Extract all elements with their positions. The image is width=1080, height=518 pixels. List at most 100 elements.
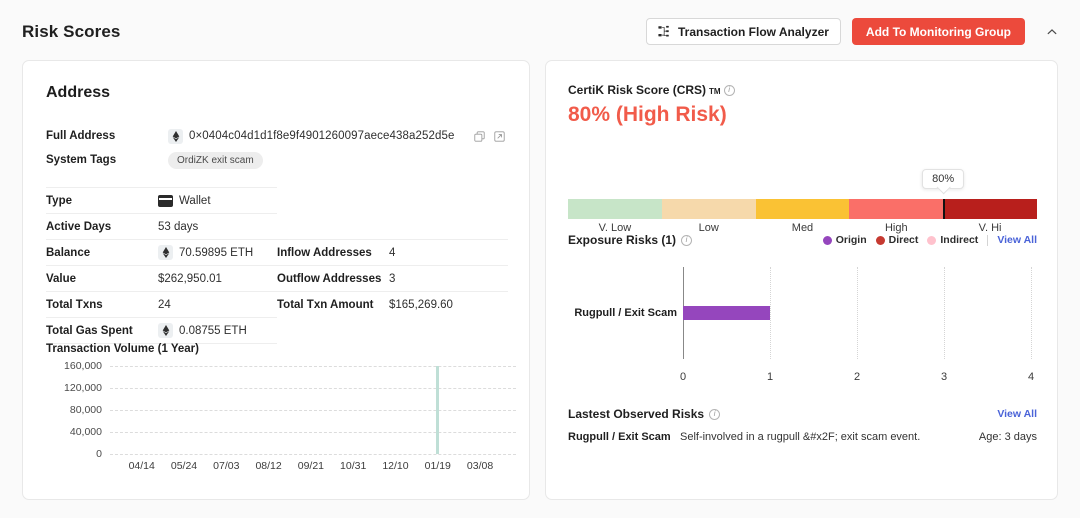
add-to-monitoring-group-button[interactable]: Add To Monitoring Group (852, 18, 1025, 45)
stat-row-empty (277, 317, 508, 343)
stat-row: Active Days53 days (46, 213, 277, 239)
x-axis-tick-label: 08/12 (255, 460, 281, 472)
latest-risk-age: Age: 3 days (979, 431, 1037, 443)
exposure-risks-title: Exposure Risks (1) (568, 233, 676, 247)
gauge-segment (943, 199, 1037, 219)
trademark-mark: TM (709, 87, 721, 96)
grid-line (110, 454, 516, 455)
x-axis-tick-label: 12/10 (382, 460, 408, 472)
volume-x-axis: 04/14 05/24 07/03 08/12 09/21 10/31 12/10 01/19… (110, 460, 516, 474)
full-address-label: Full Address (46, 130, 168, 142)
gauge-marker (943, 199, 945, 219)
stat-row-empty (277, 187, 508, 213)
risk-score-panel: CertiK Risk Score (CRS) TM i 80% (High R… (545, 60, 1058, 500)
page-header: Risk Scores Transaction Flow Analyzer Ad… (0, 0, 1080, 60)
y-axis-tick-label: 0 (96, 448, 102, 460)
copy-icon[interactable] (474, 131, 485, 142)
stat-value-text: 0.08755 ETH (179, 325, 247, 337)
exposure-category-label: Rugpull / Exit Scam (569, 307, 677, 319)
x-axis-tick-label: 09/21 (298, 460, 324, 472)
info-icon[interactable]: i (724, 85, 735, 96)
latest-risks-title-wrap: Lastest Observed Risks i (568, 407, 720, 421)
stat-row: Inflow Addresses4 (277, 239, 508, 265)
latest-risk-description: Self-involved in a rugpull &#x2F; exit s… (680, 431, 979, 443)
stat-key: Total Gas Spent (46, 325, 158, 337)
x-axis-tick-label: 0 (680, 371, 686, 383)
full-address-text: 0×0404c04d1d1f8e9f4901260097aece438a252d… (189, 130, 454, 142)
latest-risk-name: Rugpull / Exit Scam (568, 431, 680, 443)
gauge-tooltip: 80% (922, 169, 964, 189)
latest-risks-view-all-link[interactable]: View All (997, 408, 1037, 420)
stat-key: Total Txn Amount (277, 299, 389, 311)
grid-line (770, 267, 771, 359)
exposure-bar (683, 306, 770, 320)
eth-icon (168, 129, 183, 144)
stat-value-text: 53 days (158, 221, 198, 233)
stat-value: 3 (389, 273, 395, 285)
y-axis-tick-label: 80,000 (70, 404, 102, 416)
transaction-volume-title: Transaction Volume (1 Year) (46, 343, 516, 355)
stat-key: Inflow Addresses (277, 247, 389, 259)
system-tags-value: OrdiZK exit scam (168, 152, 263, 169)
eth-icon (158, 323, 173, 338)
system-tag-badge: OrdiZK exit scam (168, 152, 263, 169)
legend-dot-origin (823, 236, 832, 245)
latest-risk-row: Rugpull / Exit Scam Self-involved in a r… (568, 431, 1037, 443)
exposure-risks-chart: 01234Rugpull / Exit Scam (568, 261, 1037, 381)
stat-row: Total Txns24 (46, 291, 277, 317)
external-link-icon[interactable] (494, 131, 505, 142)
stat-key: Type (46, 195, 158, 207)
stat-key: Outflow Addresses (277, 273, 389, 285)
x-axis-tick-label: 04/14 (129, 460, 155, 472)
legend-item-indirect: Indirect (927, 234, 978, 246)
stat-value: 0.08755 ETH (158, 323, 247, 338)
stat-key: Balance (46, 247, 158, 259)
flow-diagram-icon (658, 25, 671, 38)
address-actions (474, 131, 505, 142)
legend-item-direct: Direct (876, 234, 919, 246)
collapse-panel-button[interactable] (1042, 21, 1062, 43)
stat-row: Value$262,950.01 (46, 265, 277, 291)
exposure-risks-header: Exposure Risks (1) i Origin Direct Indir… (568, 233, 1037, 247)
wallet-icon (158, 195, 173, 207)
stat-row: Total Gas Spent 0.08755 ETH (46, 317, 277, 343)
stat-row: Outflow Addresses3 (277, 265, 508, 291)
stat-value: $165,269.60 (389, 299, 453, 311)
volume-bar (436, 366, 439, 454)
stat-value: 70.59895 ETH (158, 245, 253, 260)
stats-column-right: Inflow Addresses4Outflow Addresses3Total… (277, 187, 508, 344)
grid-line (110, 366, 516, 367)
header-actions: Transaction Flow Analyzer Add To Monitor… (646, 18, 1062, 45)
chevron-up-icon (1046, 26, 1058, 38)
info-icon[interactable]: i (709, 409, 720, 420)
stat-row-empty (277, 213, 508, 239)
stat-value: 4 (389, 247, 395, 259)
grid-line (110, 410, 516, 411)
info-icon[interactable]: i (681, 235, 692, 246)
stat-row: Type Wallet (46, 187, 277, 213)
exposure-view-all-link[interactable]: View All (997, 234, 1037, 246)
x-axis-tick-label: 4 (1028, 371, 1034, 383)
volume-plot-area (110, 366, 516, 454)
system-tags-label: System Tags (46, 154, 168, 166)
address-summary: Full Address 0×0404c04d1d1f8e9f490126009… (46, 125, 508, 173)
address-stats: Type Wallet Active Days53 days Balance 70.59… (46, 187, 508, 344)
legend-dot-indirect (927, 236, 936, 245)
x-axis-tick-label: 01/19 (425, 460, 451, 472)
full-address-value-wrap: 0×0404c04d1d1f8e9f4901260097aece438a252d… (168, 129, 505, 144)
grid-line (1031, 267, 1032, 359)
stat-row: Balance 70.59895 ETH (46, 239, 277, 265)
address-panel: Address Full Address 0×0404c04d1d1f8e9f4… (22, 60, 530, 500)
legend-dot-direct (876, 236, 885, 245)
volume-y-axis: 040,00080,000120,000160,000 (46, 366, 102, 454)
gauge-segment (756, 199, 850, 219)
transaction-flow-analyzer-button[interactable]: Transaction Flow Analyzer (646, 18, 841, 45)
legend-item-origin: Origin (823, 234, 867, 246)
x-axis-tick-label: 05/24 (171, 460, 197, 472)
y-axis-tick-label: 40,000 (70, 426, 102, 438)
x-axis-tick-label: 10/31 (340, 460, 366, 472)
stat-value-text: 70.59895 ETH (179, 247, 253, 259)
x-axis-tick-label: 07/03 (213, 460, 239, 472)
stat-value-text: Wallet (179, 195, 211, 207)
address-section-title: Address (46, 84, 110, 102)
